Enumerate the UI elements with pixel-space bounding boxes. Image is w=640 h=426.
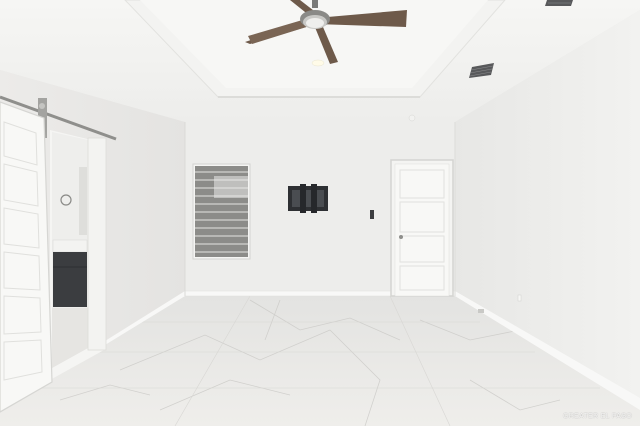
interior-door [390, 159, 454, 297]
floor-vent [478, 309, 484, 313]
watermark-text: GREATER EL PASO [563, 413, 632, 420]
barn-door [0, 101, 53, 413]
light-switch [370, 210, 374, 219]
recessed-light [311, 59, 325, 67]
room-scene [0, 0, 640, 426]
ac-vent-corner [545, 0, 573, 6]
tv-wall-mount [288, 184, 328, 213]
window-blind [192, 163, 251, 260]
bathroom-vanity [53, 252, 87, 307]
wall-outlet [517, 294, 522, 302]
smoke-detector [408, 114, 416, 122]
bathroom-opening [50, 130, 107, 380]
